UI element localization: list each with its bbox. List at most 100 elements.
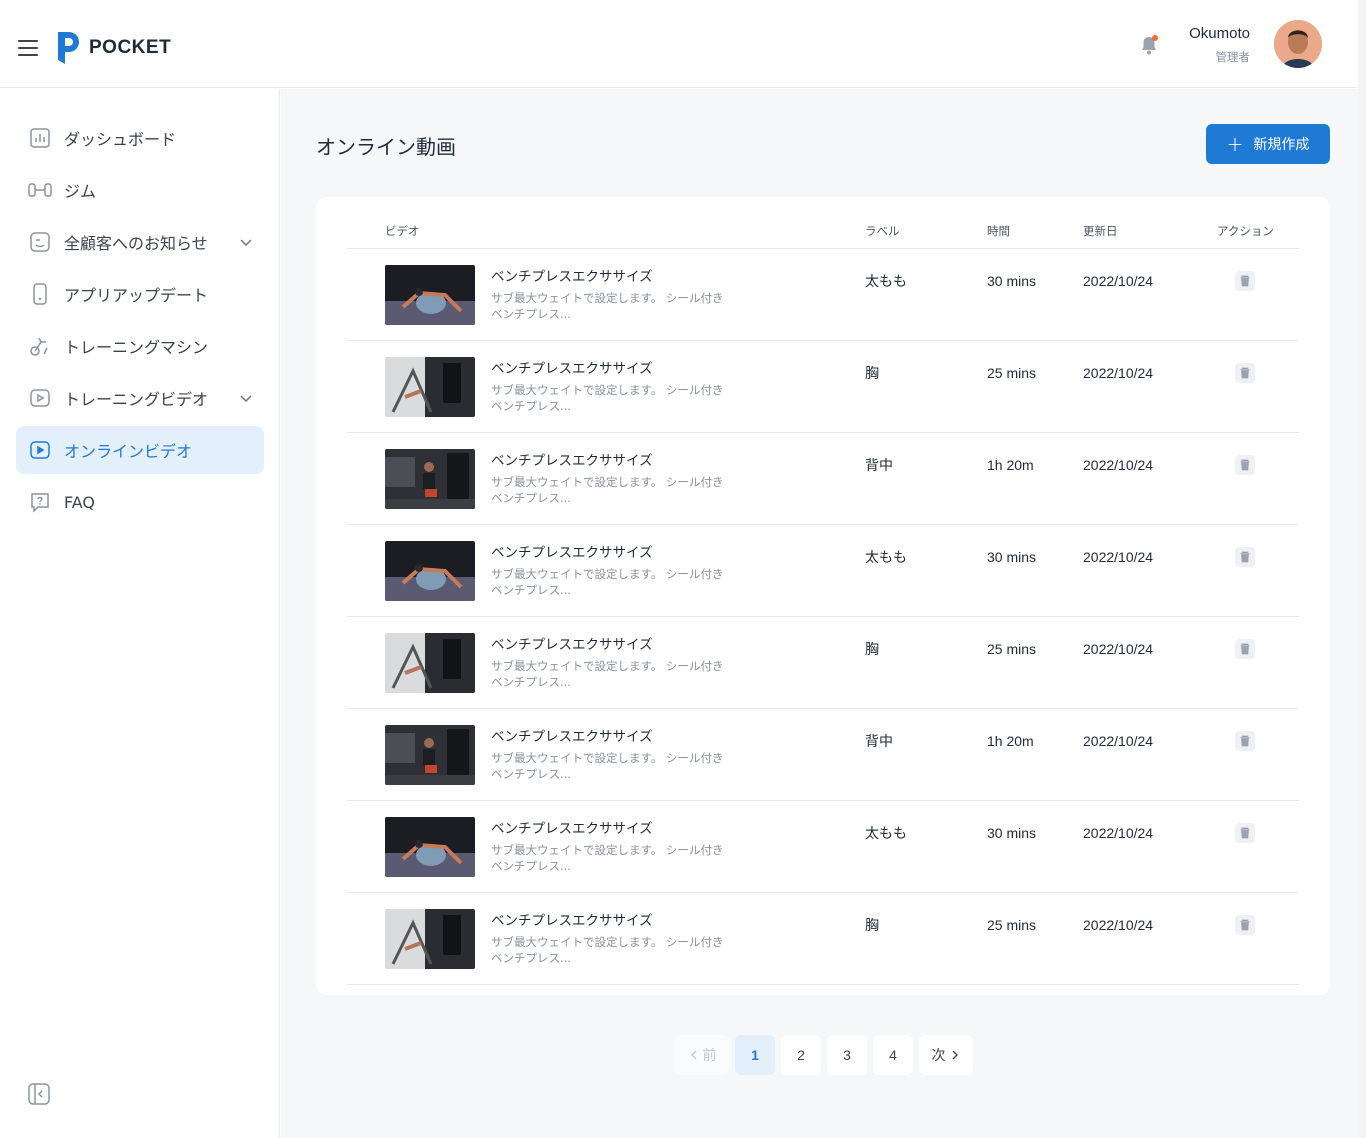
sidebar-item-app-update[interactable]: アプリアップデート	[16, 270, 264, 318]
video-thumbnail[interactable]	[385, 541, 475, 601]
sidebar-item-training-machine[interactable]: トレーニングマシン	[16, 322, 264, 370]
pocket-logo-icon	[58, 32, 79, 64]
video-duration: 30 mins	[987, 549, 1037, 565]
trash-icon	[1240, 827, 1250, 839]
chevron-down-icon[interactable]	[238, 234, 254, 250]
chart-icon	[30, 128, 50, 148]
pagination-page-4[interactable]: 4	[873, 1035, 913, 1075]
pagination-next-button[interactable]: 次	[919, 1035, 973, 1075]
sidebar-item-training-video[interactable]: トレーニングビデオ	[16, 374, 264, 422]
trash-icon	[1240, 367, 1250, 379]
sidebar-item-label: オンラインビデオ	[64, 442, 193, 461]
video-label: 胸	[865, 642, 879, 658]
video-title[interactable]: ベンチプレスエクササイズ	[491, 725, 653, 745]
create-new-button[interactable]: + 新規作成	[1206, 124, 1330, 164]
video-duration: 25 mins	[987, 365, 1037, 381]
pagination-page-2[interactable]: 2	[781, 1035, 821, 1075]
video-title[interactable]: ベンチプレスエクササイズ	[491, 909, 653, 929]
brand-name: POCKET	[89, 37, 172, 58]
video-description: サブ最大ウェイトで設定します。 シール付きベンチプレス...	[491, 659, 724, 689]
table-row[interactable]: ベンチプレスエクササイズ サブ最大ウェイトで設定します。 シール付きベンチプレス.…	[347, 525, 1299, 617]
help-icon	[31, 493, 49, 513]
sidebar-item-notices[interactable]: 全顧客へのお知らせ	[16, 218, 264, 266]
sidebar-item-gym[interactable]: ジム	[16, 166, 264, 214]
collapse-sidebar-icon[interactable]	[28, 1083, 50, 1105]
pagination-prev-button[interactable]: 前	[675, 1035, 729, 1075]
video-label: 背中	[865, 458, 893, 474]
video-updated-date: 2022/10/24	[1083, 825, 1154, 841]
video-updated-date: 2022/10/24	[1083, 917, 1154, 933]
video-title[interactable]: ベンチプレスエクササイズ	[491, 633, 653, 653]
video-label: 太もも	[865, 826, 907, 842]
user-avatar[interactable]	[1274, 20, 1322, 68]
video-table: ビデオ ラベル 時間 更新日 アクション ベンチプレスエクササイズ サブ最大ウェイ…	[316, 197, 1330, 995]
video-title[interactable]: ベンチプレスエクササイズ	[491, 541, 653, 561]
video-description: サブ最大ウェイトで設定します。 シール付きベンチプレス...	[491, 843, 724, 873]
video-duration: 1h 20m	[987, 733, 1034, 749]
video-thumbnail[interactable]	[385, 449, 475, 509]
table-row[interactable]: ベンチプレスエクササイズサブ最大ウェイトで設定します。 シール付きベンチプレス.…	[347, 801, 1299, 893]
trash-icon	[1240, 551, 1250, 563]
hamburger-menu-icon[interactable]	[18, 40, 38, 56]
notification-bell-icon[interactable]	[1140, 35, 1158, 55]
trash-icon	[1240, 919, 1250, 931]
pagination-page-1[interactable]: 1	[735, 1035, 775, 1075]
video-label: 胸	[865, 366, 879, 382]
sidebar-item-faq[interactable]: FAQ	[16, 478, 264, 526]
brand-logo[interactable]: POCKET	[55, 30, 171, 66]
video-icon	[30, 441, 50, 459]
table-row[interactable]: ベンチプレスエクササイズ サブ最大ウェイトで設定します。 シール付きベンチプレス.…	[347, 709, 1299, 801]
dumbbell-icon	[28, 183, 52, 197]
video-duration: 30 mins	[987, 273, 1037, 289]
table-row[interactable]: ベンチプレスエクササイズサブ最大ウェイトで設定します。 シール付きベンチプレス.…	[347, 617, 1299, 709]
video-thumbnail[interactable]	[385, 265, 475, 325]
column-header-video: ビデオ	[385, 224, 420, 238]
trash-icon	[1240, 643, 1250, 655]
video-duration: 1h 20m	[987, 457, 1034, 473]
chevron-down-icon[interactable]	[238, 390, 254, 406]
delete-button[interactable]	[1235, 271, 1255, 291]
video-title[interactable]: ベンチプレスエクササイズ	[491, 449, 653, 469]
video-thumbnail[interactable]	[385, 817, 475, 877]
sidebar-item-label: トレーニングマシン	[64, 338, 209, 357]
delete-button[interactable]	[1235, 823, 1255, 843]
column-header-time: 時間	[987, 224, 1010, 238]
video-updated-date: 2022/10/24	[1083, 549, 1154, 565]
bike-icon	[30, 337, 48, 356]
video-description: サブ最大ウェイトで設定します。 シール付きベンチプレス...	[491, 935, 724, 965]
sidebar-item-online-video[interactable]: オンラインビデオ	[16, 426, 264, 474]
pagination-page-3[interactable]: 3	[827, 1035, 867, 1075]
column-header-updated: 更新日	[1083, 224, 1118, 238]
sidebar-item-dashboard[interactable]: ダッシュボード	[16, 114, 264, 162]
video-duration: 25 mins	[987, 917, 1037, 933]
phone-icon	[33, 283, 47, 305]
video-duration: 30 mins	[987, 825, 1037, 841]
table-row[interactable]: ベンチプレスエクササイズサブ最大ウェイトで設定します。 シール付きベンチプレス.…	[347, 893, 1299, 985]
delete-button[interactable]	[1235, 547, 1255, 567]
video-title[interactable]: ベンチプレスエクササイズ	[491, 817, 653, 837]
video-label: 太もも	[865, 274, 907, 290]
column-header-action: アクション	[1217, 224, 1274, 238]
table-row[interactable]: ベンチプレスエクササイズ サブ最大ウェイトで設定します。 シール付きベンチプレス.…	[347, 249, 1299, 341]
video-thumbnail[interactable]	[385, 357, 475, 417]
table-row[interactable]: ベンチプレスエクササイズ サブ最大ウェイトで設定します。 シール付きベンチプレス.…	[347, 341, 1299, 433]
delete-button[interactable]	[1235, 363, 1255, 383]
video-thumbnail[interactable]	[385, 633, 475, 693]
video-title[interactable]: ベンチプレスエクササイズ	[491, 357, 653, 377]
pagination-prev-label: 前	[702, 1047, 717, 1063]
table-row[interactable]: ベンチプレスエクササイズ サブ最大ウェイトで設定します。 シール付きベンチプレス.…	[347, 433, 1299, 525]
delete-button[interactable]	[1235, 731, 1255, 751]
video-updated-date: 2022/10/24	[1083, 641, 1154, 657]
video-thumbnail[interactable]	[385, 725, 475, 785]
video-updated-date: 2022/10/24	[1083, 365, 1154, 381]
video-title[interactable]: ベンチプレスエクササイズ	[491, 265, 653, 285]
video-icon	[30, 389, 50, 407]
plus-icon: +	[1226, 132, 1244, 156]
delete-button[interactable]	[1235, 915, 1255, 935]
video-updated-date: 2022/10/24	[1083, 733, 1154, 749]
video-label: 背中	[865, 734, 893, 750]
video-thumbnail[interactable]	[385, 909, 475, 969]
user-name: Okumoto	[1189, 25, 1250, 42]
delete-button[interactable]	[1235, 639, 1255, 659]
delete-button[interactable]	[1235, 455, 1255, 475]
